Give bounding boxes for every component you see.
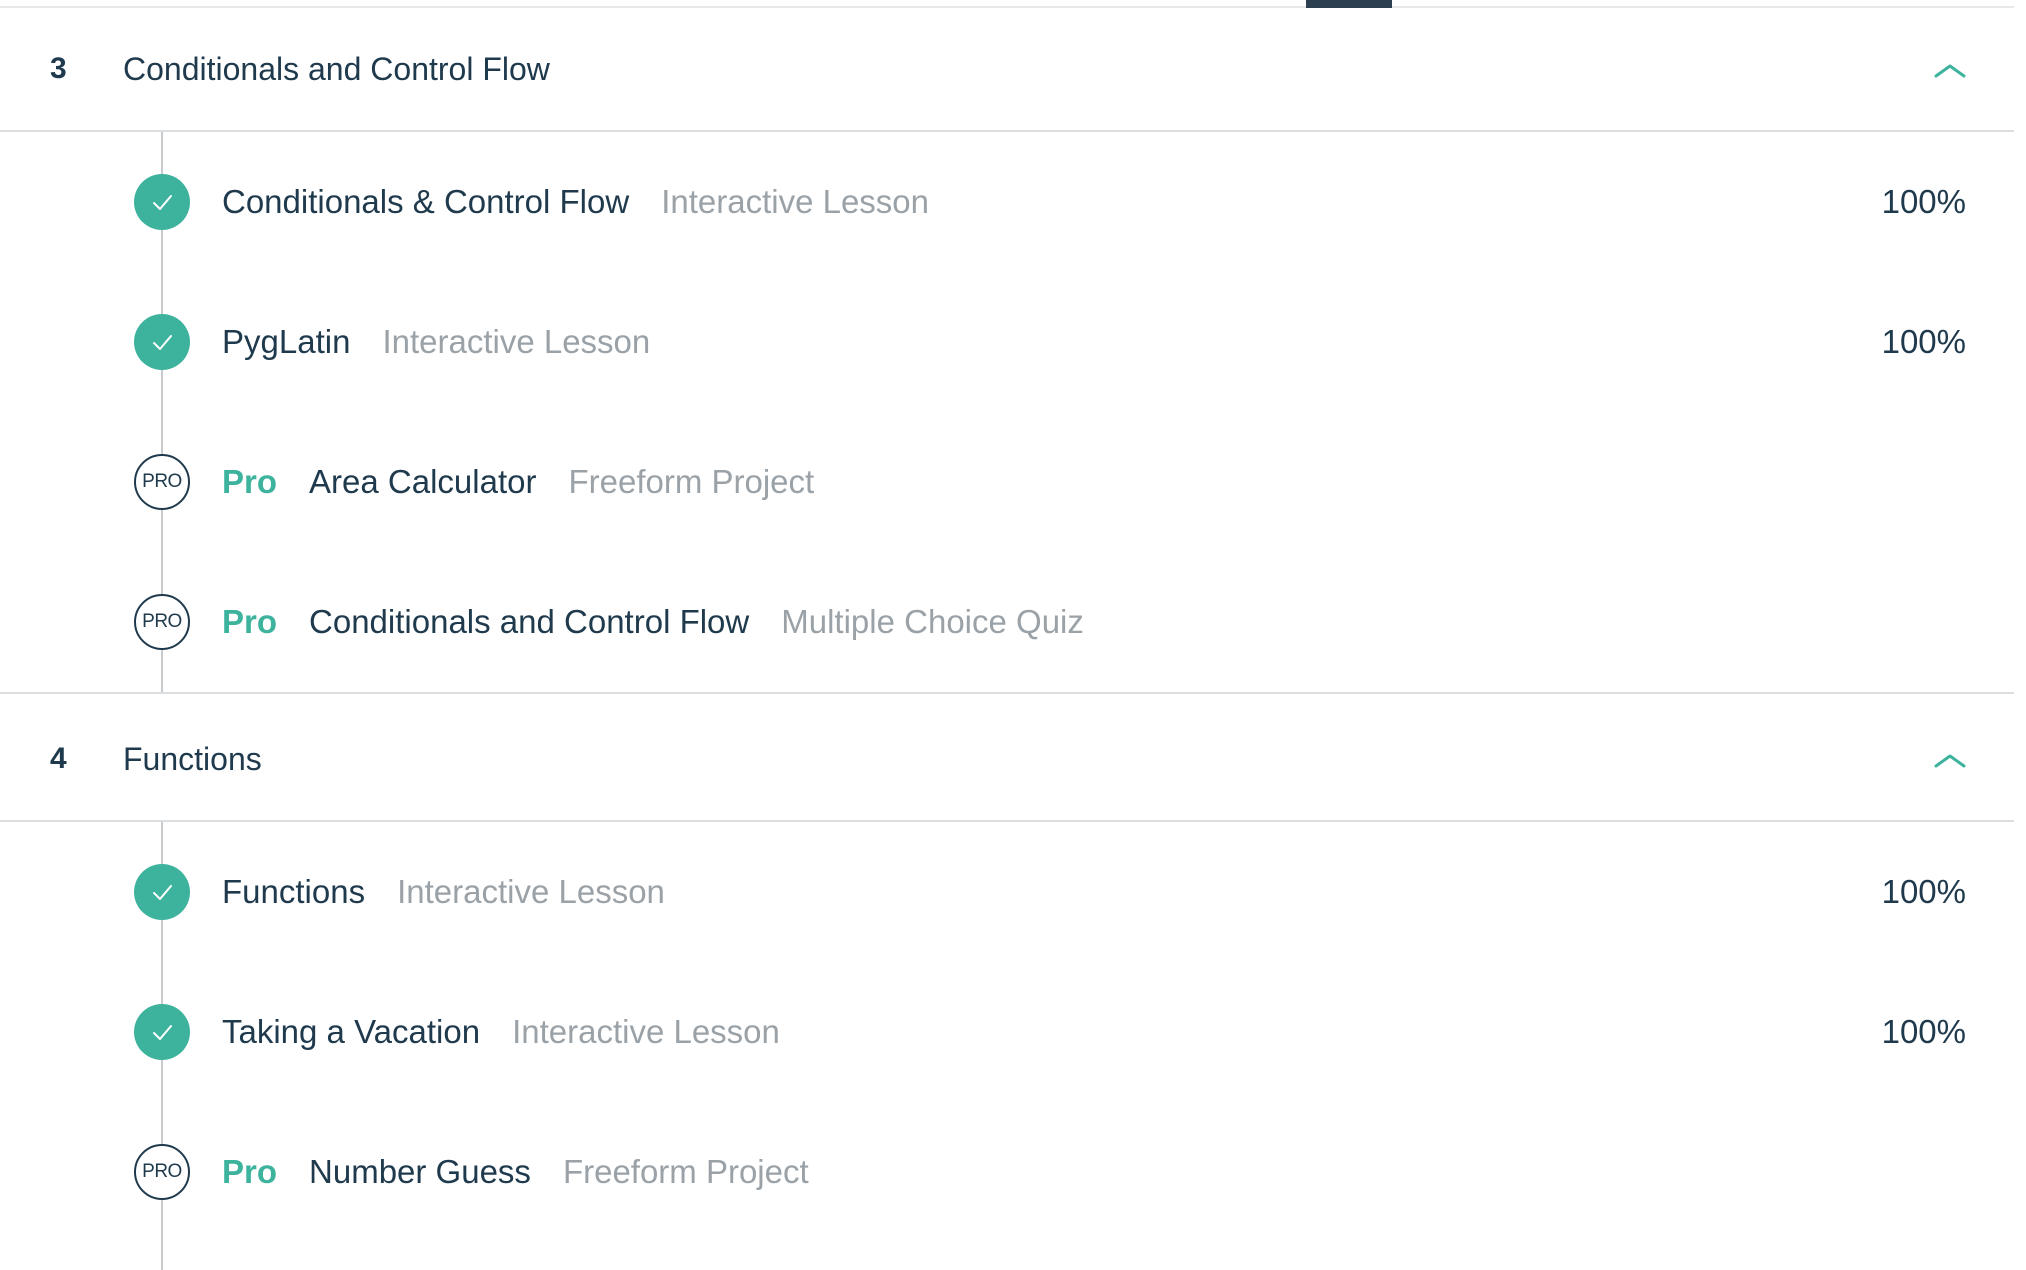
lesson-progress: 100% [1881, 1013, 1966, 1050]
lesson-item[interactable]: Taking a Vacation Interactive Lesson 100… [0, 962, 2014, 1102]
check-icon [134, 314, 190, 370]
lesson-item[interactable]: PRO Pro Number Guess Freeform Project [0, 1102, 2014, 1242]
lesson-item[interactable]: PRO Pro Area Calculator Freeform Project [0, 412, 2014, 552]
pro-label: Pro [222, 603, 278, 640]
module-header[interactable]: 4 Functions [0, 698, 2014, 822]
pro-badge-icon: PRO [134, 454, 190, 510]
module-number: 4 [50, 742, 67, 775]
module-section: 4 Functions Functions Interactive Lesson… [0, 698, 2014, 1270]
lesson-title[interactable]: PygLatin [222, 323, 350, 361]
lesson-item[interactable]: PygLatin Interactive Lesson 100% [0, 272, 2014, 412]
module-title: Conditionals and Control Flow [123, 51, 550, 87]
check-icon [134, 864, 190, 920]
pro-label: Pro [222, 1153, 278, 1190]
lesson-type: Interactive Lesson [397, 873, 665, 910]
lesson-progress: 100% [1881, 183, 1966, 220]
lesson-type: Multiple Choice Quiz [781, 603, 1084, 640]
lesson-type: Interactive Lesson [661, 183, 930, 220]
lesson-type: Interactive Lesson [382, 323, 651, 360]
lesson-progress: 100% [1881, 323, 1966, 360]
lesson-type: Interactive Lesson [512, 1013, 780, 1050]
section-divider [0, 692, 2014, 694]
lesson-progress: 100% [1881, 873, 1966, 910]
lesson-title[interactable]: Functions [222, 873, 365, 911]
lesson-item[interactable]: PRO Pro Conditionals and Control Flow Mu… [0, 552, 2014, 692]
module-header[interactable]: 3 Conditionals and Control Flow [0, 8, 2014, 132]
lesson-title[interactable]: Conditionals and Control Flow [309, 603, 749, 641]
lesson-title[interactable]: Conditionals & Control Flow [222, 183, 629, 221]
module-title: Functions [123, 741, 262, 777]
lesson-list: Functions Interactive Lesson 100% Taking… [0, 822, 2014, 1270]
check-icon [134, 174, 190, 230]
lesson-title[interactable]: Number Guess [309, 1153, 531, 1191]
pro-badge-icon: PRO [134, 594, 190, 650]
lesson-title[interactable]: Area Calculator [309, 463, 536, 501]
lesson-title[interactable]: Taking a Vacation [222, 1013, 480, 1051]
lesson-item[interactable]: Functions Interactive Lesson 100% [0, 822, 2014, 962]
module-section: 3 Conditionals and Control Flow Conditio… [0, 8, 2014, 694]
check-icon [134, 1004, 190, 1060]
pro-label: Pro [222, 463, 278, 500]
syllabus-page: 3 Conditionals and Control Flow Conditio… [0, 0, 2026, 1270]
module-number: 3 [50, 52, 67, 85]
chevron-up-icon[interactable] [1930, 50, 1970, 90]
pro-badge-icon: PRO [134, 1144, 190, 1200]
active-tab-indicator [1306, 0, 1392, 8]
lesson-type: Freeform Project [568, 463, 815, 500]
lesson-type: Freeform Project [562, 1153, 809, 1190]
lesson-list: Conditionals & Control Flow Interactive … [0, 132, 2014, 692]
lesson-item[interactable]: Conditionals & Control Flow Interactive … [0, 132, 2014, 272]
chevron-up-icon[interactable] [1930, 740, 1970, 780]
